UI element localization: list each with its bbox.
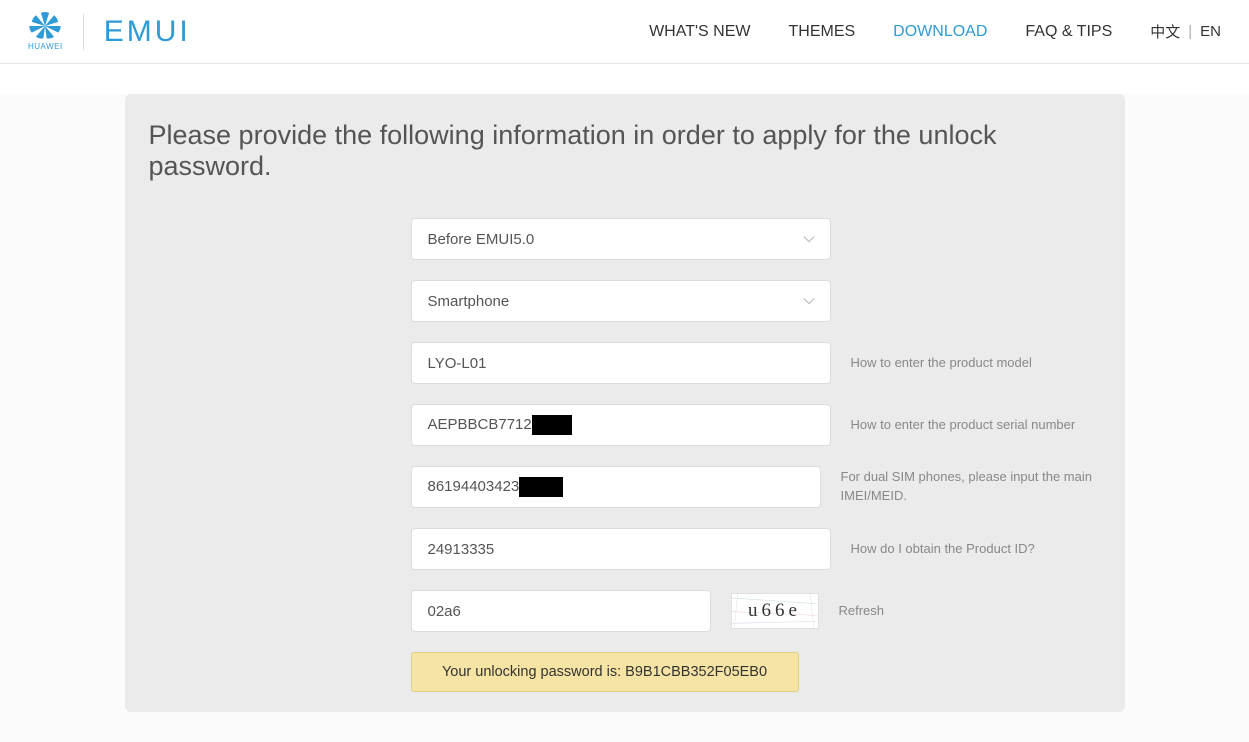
- row-model: LYO-L01 How to enter the product model: [411, 342, 1101, 384]
- hint-model[interactable]: How to enter the product model: [851, 354, 1032, 373]
- row-captcha: 02a6 u66e Refresh: [411, 590, 1101, 632]
- hint-product-id[interactable]: How do I obtain the Product ID?: [851, 540, 1035, 559]
- row-imei: 86194403423 For dual SIM phones, please …: [411, 466, 1101, 508]
- input-product-id-value: 24913335: [428, 541, 495, 558]
- input-model-value: LYO-L01: [428, 355, 487, 372]
- unlock-result-message: Your unlocking password is: B9B1CBB352F0…: [411, 652, 799, 692]
- form-rows: Before EMUI5.0 Smartphone LYO-L01 How to…: [149, 218, 1101, 692]
- input-serial-value: AEPBBCB7712: [428, 415, 572, 435]
- row-result: Your unlocking password is: B9B1CBB352F0…: [411, 652, 1101, 692]
- row-serial: AEPBBCB7712 How to enter the product ser…: [411, 404, 1101, 446]
- input-serial[interactable]: AEPBBCB7712: [411, 404, 831, 446]
- lang-en[interactable]: EN: [1200, 23, 1221, 40]
- huawei-flower-icon: [28, 12, 62, 40]
- refresh-captcha-link[interactable]: Refresh: [839, 602, 885, 621]
- row-emui-version: Before EMUI5.0: [411, 218, 1101, 260]
- chevron-down-icon: [802, 294, 816, 308]
- huawei-brand-text: HUAWEI: [28, 42, 63, 51]
- nav-faq-tips[interactable]: FAQ & TIPS: [1025, 23, 1112, 41]
- input-model[interactable]: LYO-L01: [411, 342, 831, 384]
- hint-serial[interactable]: How to enter the product serial number: [851, 416, 1076, 435]
- emui-brand-text[interactable]: EMUI: [104, 15, 191, 49]
- nav-whats-new[interactable]: WHAT'S NEW: [649, 23, 750, 41]
- imei-redacted: [519, 477, 563, 497]
- site-header: HUAWEI EMUI WHAT'S NEW THEMES DOWNLOAD F…: [0, 0, 1249, 64]
- input-captcha-value: 02a6: [428, 603, 461, 620]
- nav-themes[interactable]: THEMES: [788, 23, 855, 41]
- select-emui-version[interactable]: Before EMUI5.0: [411, 218, 831, 260]
- main-area: Please provide the following information…: [0, 94, 1249, 742]
- hint-imei: For dual SIM phones, please input the ma…: [841, 468, 1101, 506]
- input-imei[interactable]: 86194403423: [411, 466, 821, 508]
- lang-zh[interactable]: 中文: [1150, 21, 1180, 42]
- select-device-type-value: Smartphone: [428, 293, 510, 310]
- lang-separator: |: [1188, 23, 1192, 40]
- nav-download[interactable]: DOWNLOAD: [893, 23, 987, 41]
- input-imei-value: 86194403423: [428, 477, 564, 497]
- row-device-type: Smartphone: [411, 280, 1101, 322]
- huawei-logo[interactable]: HUAWEI: [28, 12, 63, 51]
- select-emui-version-value: Before EMUI5.0: [428, 231, 535, 248]
- page-title: Please provide the following information…: [149, 120, 1101, 182]
- form-card: Please provide the following information…: [125, 94, 1125, 712]
- row-product-id: 24913335 How do I obtain the Product ID?: [411, 528, 1101, 570]
- language-switch: 中文 | EN: [1150, 21, 1221, 42]
- logo-group: HUAWEI EMUI: [28, 12, 191, 51]
- serial-redacted: [532, 415, 572, 435]
- chevron-down-icon: [802, 232, 816, 246]
- select-device-type[interactable]: Smartphone: [411, 280, 831, 322]
- captcha-text: u66e: [748, 600, 801, 622]
- main-nav: WHAT'S NEW THEMES DOWNLOAD FAQ & TIPS 中文…: [649, 21, 1221, 42]
- captcha-image[interactable]: u66e: [731, 593, 819, 629]
- logo-divider: [83, 14, 84, 50]
- input-product-id[interactable]: 24913335: [411, 528, 831, 570]
- input-captcha[interactable]: 02a6: [411, 590, 711, 632]
